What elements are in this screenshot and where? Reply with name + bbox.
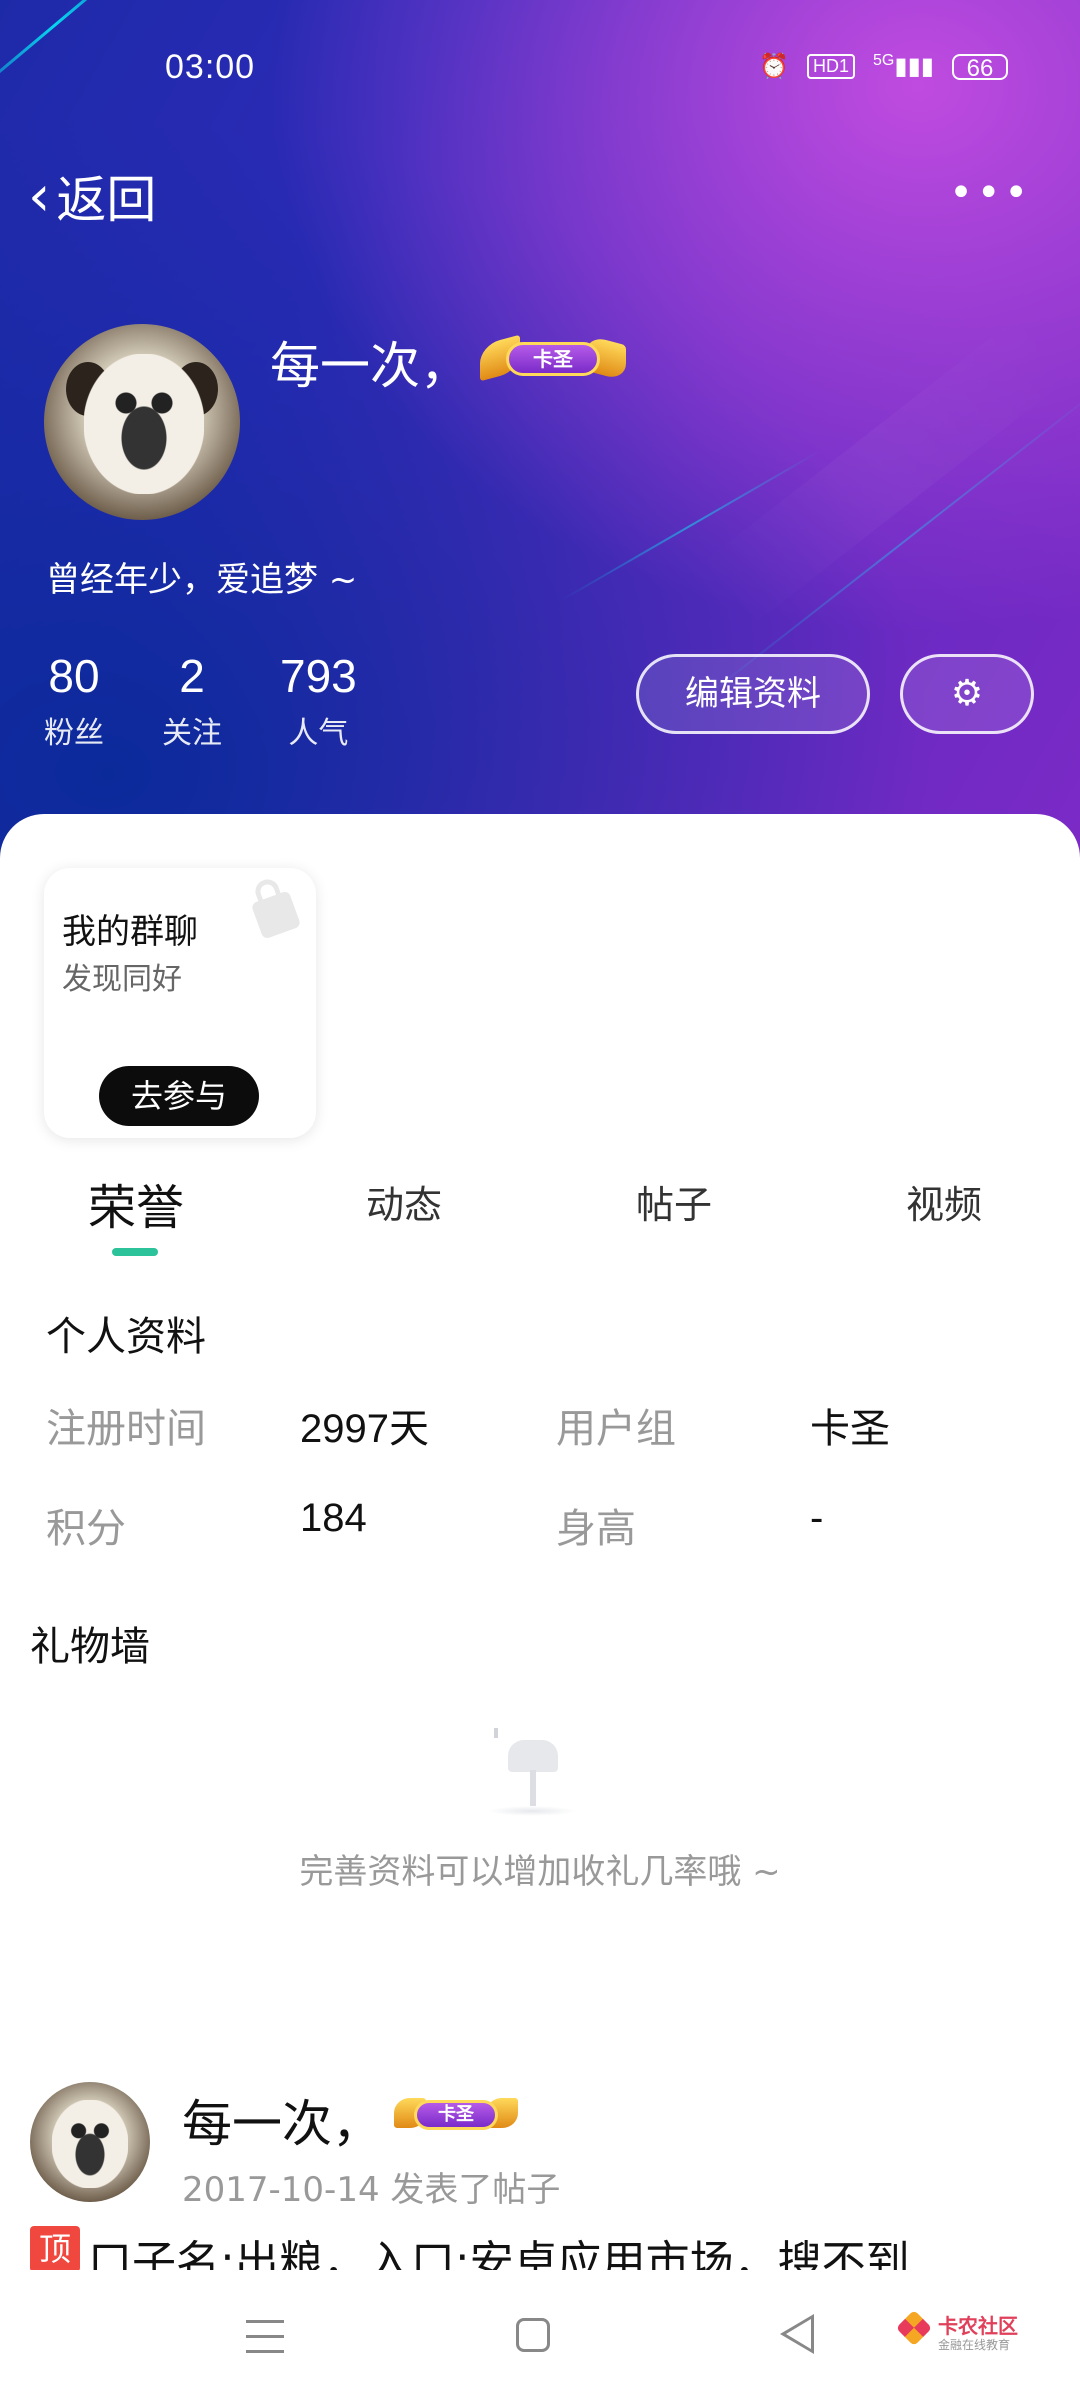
- settings-button[interactable]: ⚙: [900, 654, 1034, 734]
- status-time: 03:00: [165, 48, 256, 86]
- group-card-subtitle: 发现同好: [62, 962, 182, 997]
- edit-profile-button[interactable]: 编辑资料: [636, 654, 870, 734]
- pinned-tag: 顶: [30, 2226, 80, 2272]
- info-label-register-time: 注册时间: [46, 1406, 206, 1452]
- post-author-name[interactable]: 每一次，: [182, 2084, 382, 2156]
- info-value-user-group: 卡圣: [810, 1407, 890, 1451]
- active-tab-indicator: [112, 1248, 158, 1256]
- battery-icon: 66: [952, 53, 1008, 81]
- back-label: 返回: [56, 171, 157, 229]
- gear-icon: ⚙: [950, 673, 984, 714]
- system-navigation-bar: 卡农社区 金融在线教育: [0, 2270, 1080, 2400]
- post-title-text: 口子名:出粮，入口:安卓应用市场，搜不到: [88, 2237, 910, 2272]
- stat-label: 粉丝: [44, 716, 104, 751]
- watermark-name: 卡农社区: [938, 2314, 1018, 2338]
- alarm-icon: ⏰: [759, 53, 790, 80]
- personal-info-title: 个人资料: [46, 1314, 206, 1360]
- avatar-dog-face: [84, 354, 204, 494]
- tab-posts[interactable]: 帖子: [636, 1174, 712, 1229]
- hd-icon: HD1: [807, 54, 856, 79]
- stat-label: 关注: [162, 716, 222, 751]
- badge-label: 卡圣: [506, 342, 600, 376]
- post-author-avatar[interactable]: [30, 2082, 150, 2202]
- kanong-logo-icon: [895, 2309, 933, 2347]
- join-button[interactable]: 去参与: [99, 1066, 259, 1126]
- post-author-badge: 卡圣: [394, 2094, 518, 2134]
- stat-following[interactable]: 2 关注: [162, 650, 222, 752]
- status-icons: ⏰ HD1 5G▮▮▮ 66: [759, 52, 1008, 81]
- status-bar: 03:00 ⏰ HD1 5G▮▮▮ 66: [0, 48, 1080, 98]
- mailbox-post: [530, 1770, 536, 1806]
- back-button[interactable]: ‹ 返回: [28, 160, 156, 232]
- tab-honor[interactable]: 荣誉: [88, 1168, 184, 1238]
- avatar[interactable]: [44, 324, 240, 520]
- avatar-dog-face: [52, 2100, 128, 2188]
- gift-wall-empty-text: 完善资料可以增加收礼几率哦 ~: [299, 1852, 781, 1892]
- menu-icon[interactable]: [246, 2320, 284, 2354]
- lock-icon: [250, 890, 302, 940]
- stat-followers[interactable]: 80 粉丝: [44, 650, 104, 752]
- stat-value: 793: [280, 650, 357, 702]
- info-value-height: -: [810, 1496, 824, 1540]
- group-chat-card[interactable]: 我的群聊 发现同好 去参与: [44, 868, 316, 1138]
- light-streak: [695, 309, 1076, 632]
- home-icon[interactable]: [516, 2318, 550, 2352]
- post-meta: 2017-10-14 发表了帖子: [182, 2170, 561, 2210]
- info-label-points: 积分: [46, 1506, 126, 1552]
- stat-label: 人气: [288, 716, 349, 751]
- signal-icon: 5G▮▮▮: [873, 52, 934, 80]
- group-card-title: 我的群聊: [62, 912, 198, 952]
- back-triangle-icon[interactable]: [780, 2314, 814, 2354]
- mailbox-icon: [486, 1726, 576, 1816]
- info-label-height: 身高: [556, 1506, 636, 1552]
- more-options-button[interactable]: •••: [949, 170, 1032, 216]
- network-label: 5G: [873, 52, 895, 69]
- watermark-sub: 金融在线教育: [938, 2338, 1011, 2352]
- stat-popularity: 793 人气: [280, 650, 357, 752]
- info-label-user-group: 用户组: [556, 1406, 676, 1452]
- mailbox-flag: [494, 1728, 498, 1738]
- chevron-left-icon: ‹: [28, 163, 51, 229]
- mailbox-box: [508, 1740, 558, 1772]
- profile-tabs: 荣誉 动态 帖子 视频: [0, 1160, 1080, 1260]
- username: 每一次，: [270, 337, 470, 395]
- gift-wall-title: 礼物墙: [30, 1624, 150, 1670]
- user-group-badge: 卡圣: [480, 334, 626, 382]
- post-title[interactable]: 顶口子名:出粮，入口:安卓应用市场，搜不到: [30, 2226, 1050, 2272]
- stat-value: 2: [179, 650, 205, 702]
- stat-value: 80: [48, 650, 100, 702]
- info-value-register-time: 2997天: [300, 1407, 429, 1451]
- tab-videos[interactable]: 视频: [906, 1174, 982, 1229]
- bio: 曾经年少，爱追梦 ~: [46, 560, 358, 600]
- badge-label: 卡圣: [414, 2100, 498, 2130]
- tab-activity[interactable]: 动态: [366, 1174, 442, 1229]
- mailbox-shadow: [488, 1806, 576, 1816]
- info-value-points: 184: [300, 1496, 367, 1540]
- profile-stats: 80 粉丝 2 关注 793 人气: [44, 650, 415, 752]
- watermark: 卡农社区 金融在线教育: [895, 2309, 1028, 2360]
